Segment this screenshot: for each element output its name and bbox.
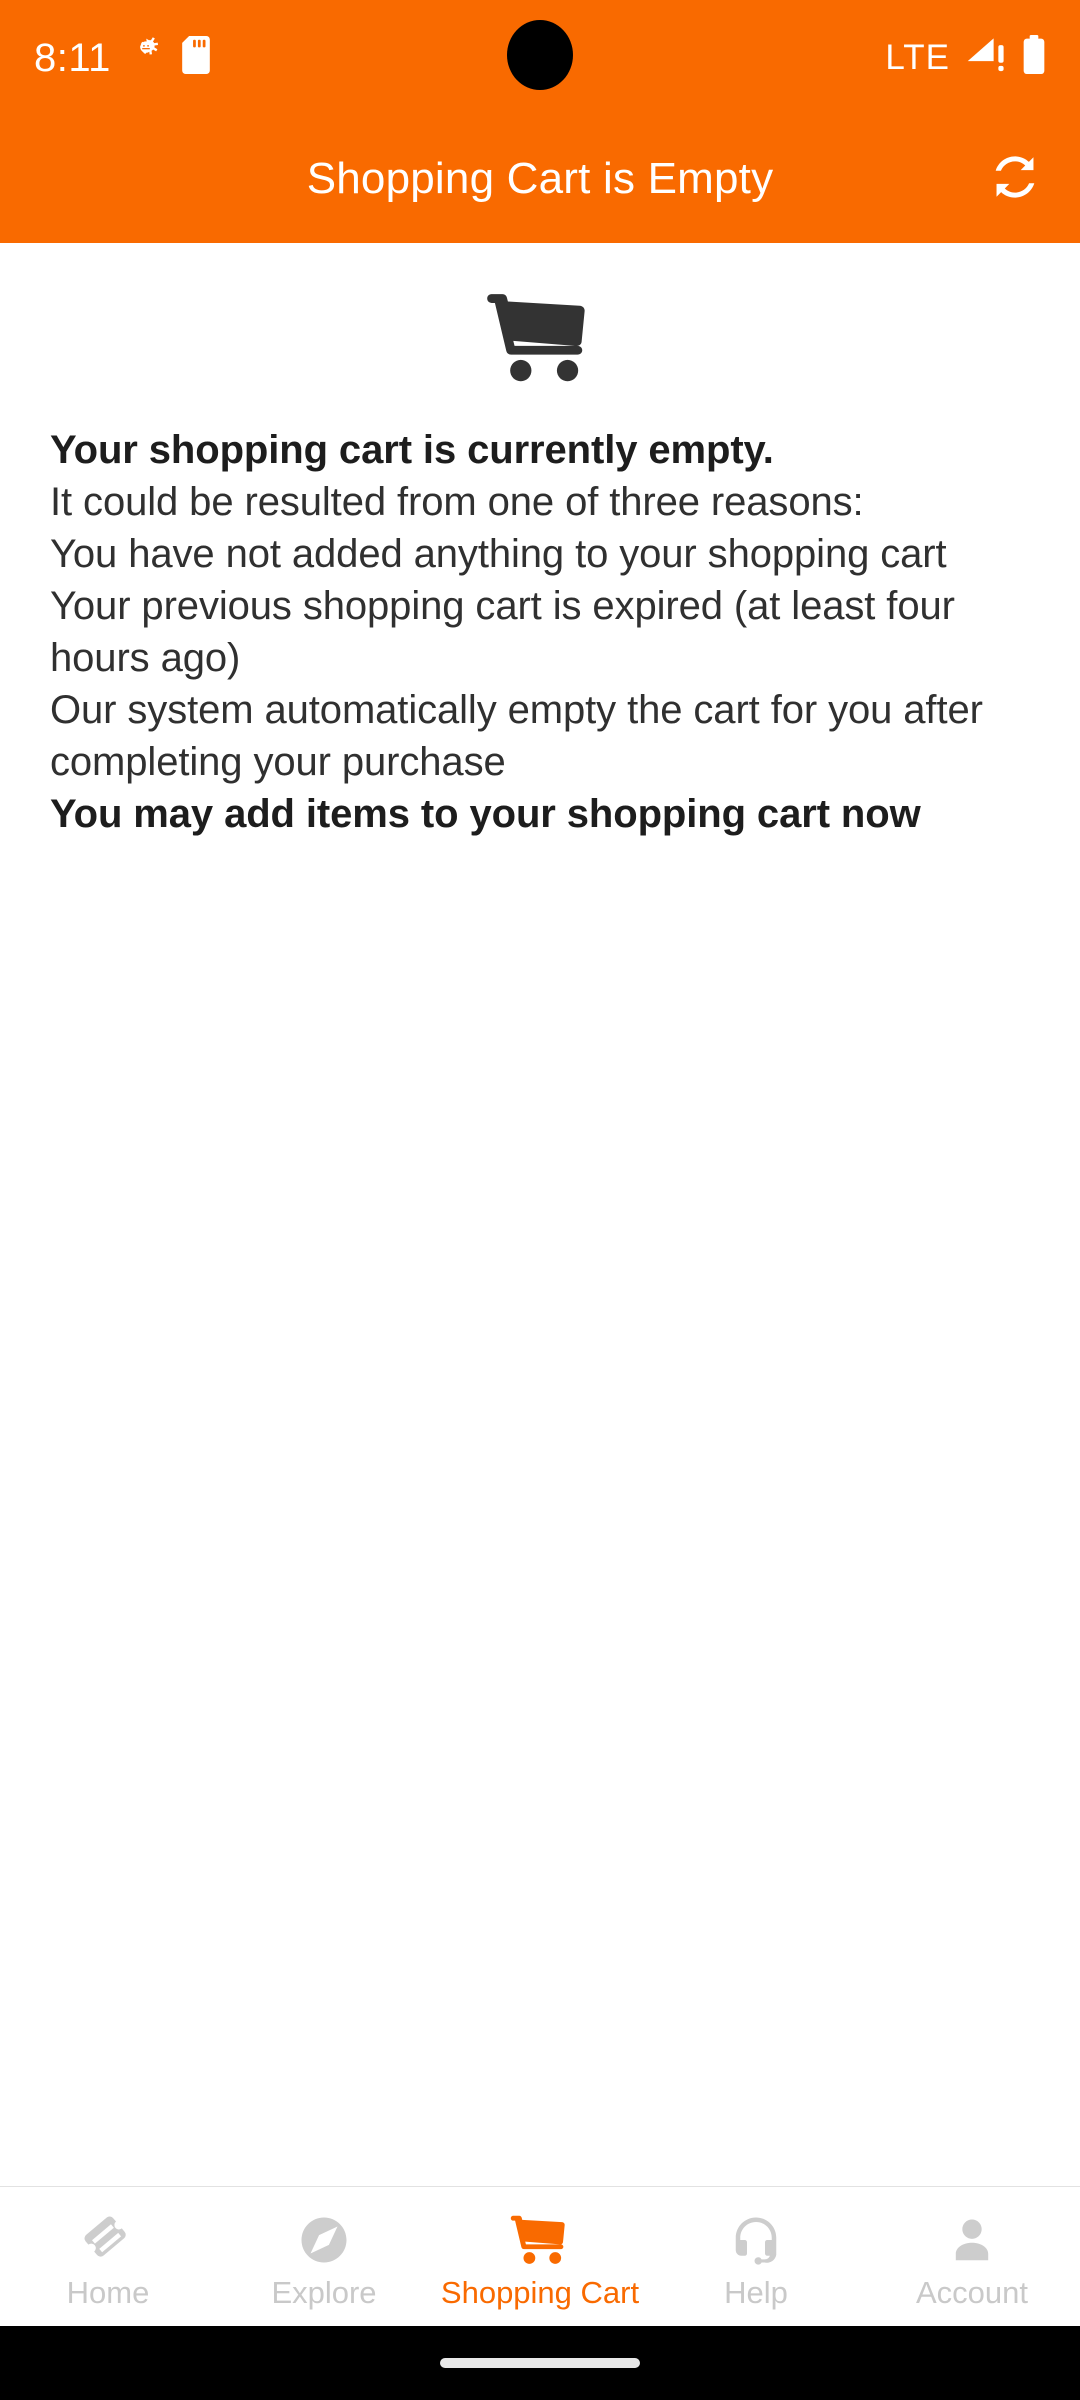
shopping-cart-icon [485, 290, 595, 386]
explore-compass-icon [297, 2210, 351, 2270]
signal-no-service-icon [964, 36, 1008, 79]
refresh-button[interactable] [972, 136, 1058, 222]
nav-item-explore[interactable]: Explore [216, 2187, 432, 2326]
ticket-icon [81, 2210, 135, 2270]
nav-label-help: Help [724, 2274, 788, 2310]
empty-cart-heading: Your shopping cart is currently empty. [50, 428, 774, 472]
empty-cart-cta: You may add items to your shopping cart … [50, 792, 921, 836]
camera-cutout [507, 20, 573, 90]
empty-cart-reason: You have not added anything to your shop… [50, 532, 947, 576]
status-bar-clock: 8:11 [34, 35, 111, 80]
network-type-label: LTE [885, 38, 950, 77]
status-bar-left: 8:11 [34, 36, 211, 79]
android-debug-icon [127, 36, 165, 79]
status-bar-right: LTE [885, 35, 1046, 80]
empty-cart-reason: Your previous shopping cart is expired (… [50, 584, 955, 680]
system-gesture-bar [0, 2326, 1080, 2400]
bottom-navigation-bar: Home Explore Shopping Cart Help Account [0, 2186, 1080, 2326]
person-account-icon [945, 2210, 999, 2270]
nav-item-shopping-cart[interactable]: Shopping Cart [432, 2187, 648, 2326]
nav-item-home[interactable]: Home [0, 2187, 216, 2326]
nav-label-shopping-cart: Shopping Cart [440, 2274, 640, 2310]
status-bar: 8:11 LTE [0, 0, 1080, 115]
phone-screen: 8:11 LTE Shopping Cart is Empty Your sho… [0, 0, 1080, 2400]
app-bar: Shopping Cart is Empty [0, 115, 1080, 243]
home-gesture-pill[interactable] [440, 2358, 640, 2368]
battery-full-icon [1022, 35, 1046, 80]
main-content: Your shopping cart is currently empty. I… [0, 243, 1080, 2186]
empty-cart-intro: It could be resulted from one of three r… [50, 480, 864, 524]
refresh-sync-icon [989, 151, 1041, 208]
nav-item-account[interactable]: Account [864, 2187, 1080, 2326]
empty-cart-reason: Our system automatically empty the cart … [50, 688, 983, 784]
empty-cart-message: Your shopping cart is currently empty. I… [0, 424, 1080, 840]
empty-cart-illustration [0, 243, 1080, 386]
nav-item-help[interactable]: Help [648, 2187, 864, 2326]
page-title: Shopping Cart is Empty [306, 154, 774, 203]
nav-label-explore: Explore [271, 2274, 377, 2310]
headset-support-icon [729, 2210, 783, 2270]
nav-label-home: Home [66, 2274, 150, 2310]
shopping-cart-icon [510, 2210, 570, 2270]
sd-card-icon [181, 36, 211, 79]
nav-label-account: Account [915, 2274, 1028, 2310]
